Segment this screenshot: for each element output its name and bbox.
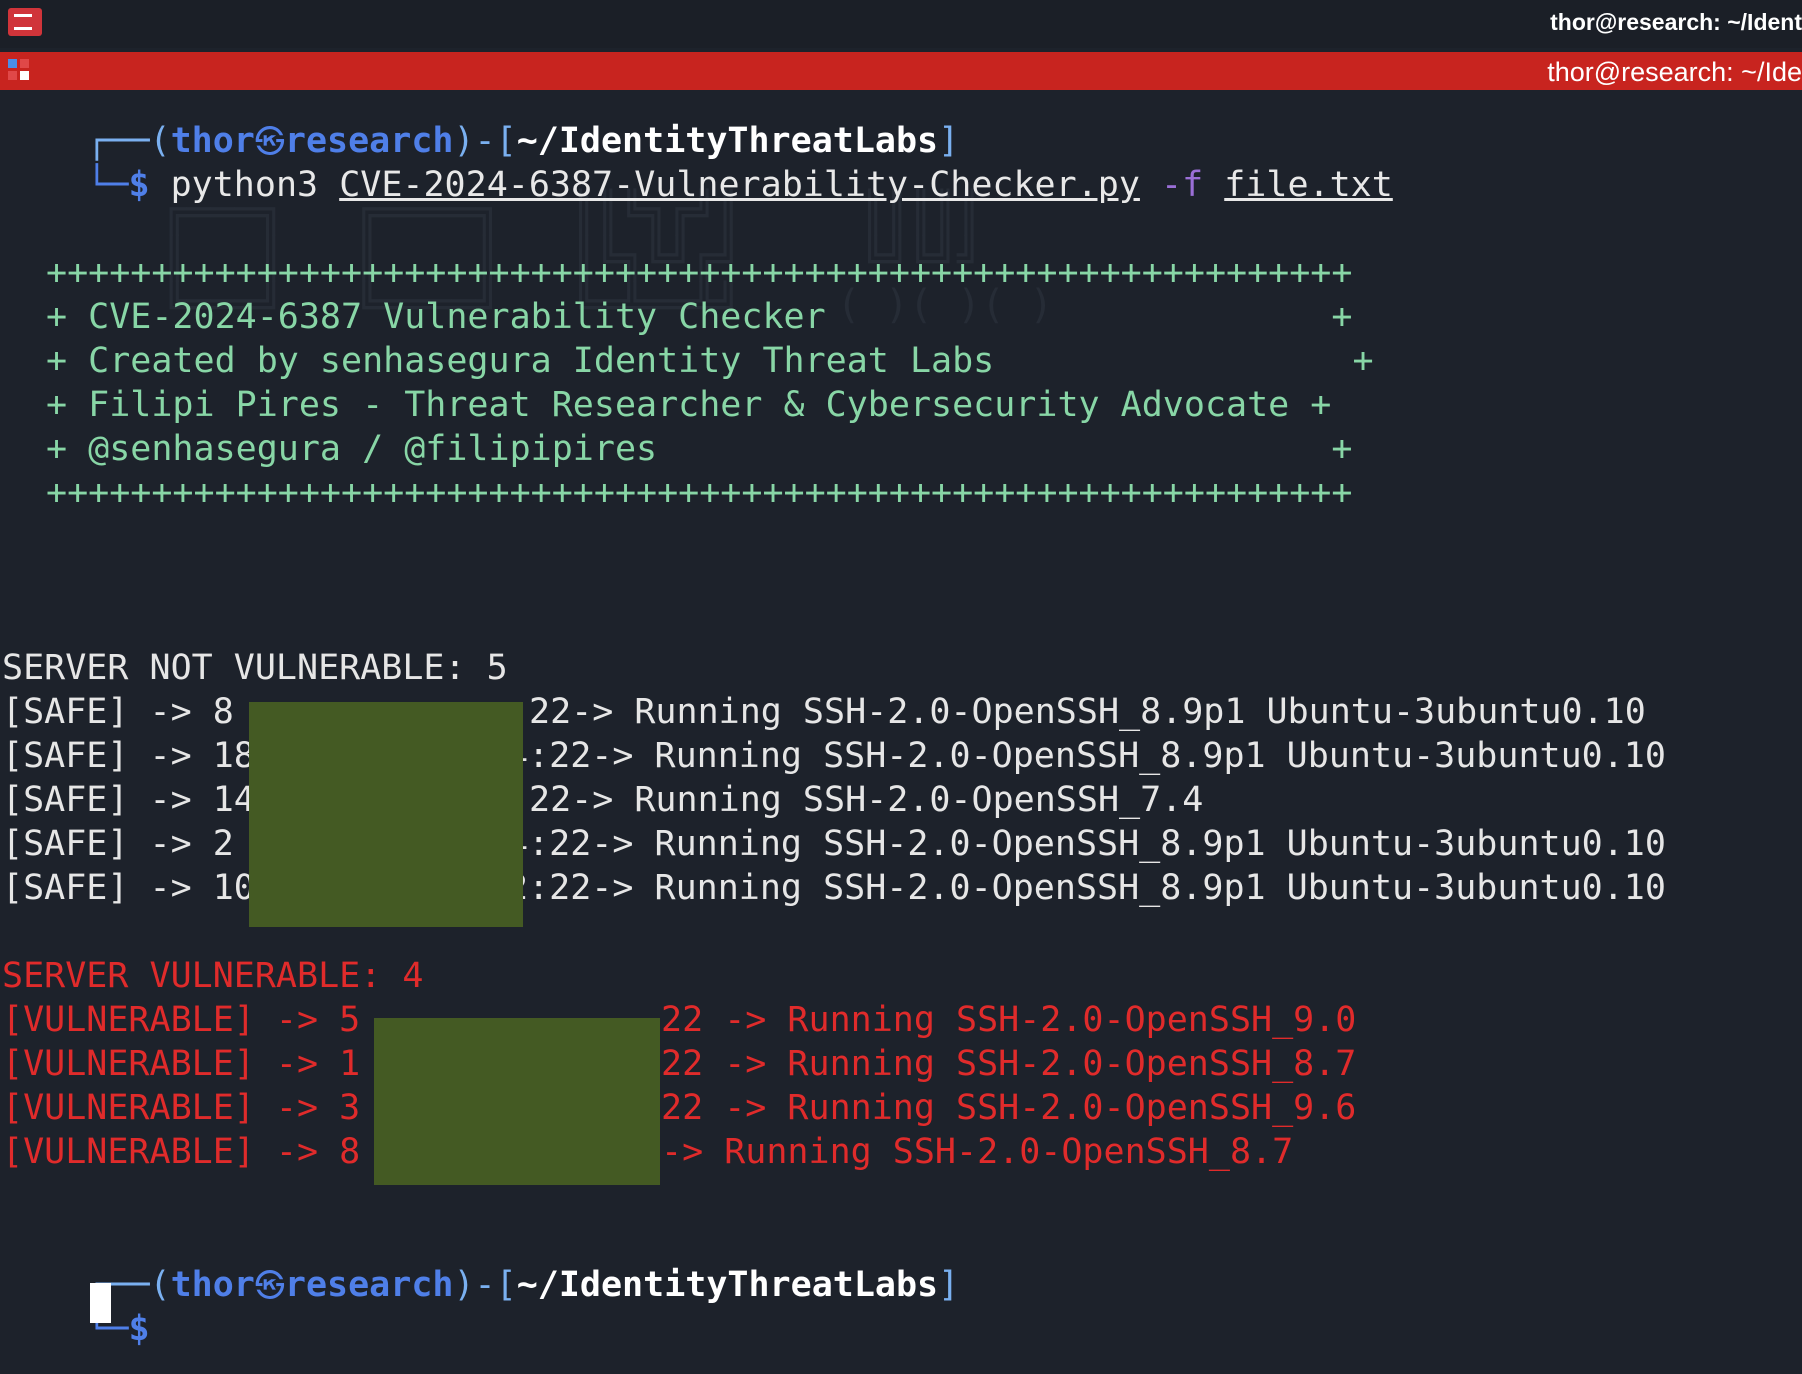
tab-title[interactable]: thor@research: ~/Ide xyxy=(1547,57,1802,88)
safe-row-suffix: 22-> Running SSH-2.0-OpenSSH_7.4 xyxy=(529,780,1204,820)
banner-line-handles: + @senhasegura / @filipipires + xyxy=(46,429,1353,469)
safe-row-suffix: 4:22-> Running SSH-2.0-OpenSSH_8.9p1 Ubu… xyxy=(507,736,1666,776)
safe-row-suffix: 22-> Running SSH-2.0-OpenSSH_8.9p1 Ubunt… xyxy=(529,692,1646,732)
banner-line-created: + Created by senhasegura Identity Threat… xyxy=(46,341,1374,381)
prompt-dollar: └─$ xyxy=(86,165,171,205)
tab-menu-icon[interactable] xyxy=(8,59,34,85)
prompt-host: research xyxy=(284,1265,454,1305)
safe-row-suffix: 4:22-> Running SSH-2.0-OpenSSH_8.9p1 Ubu… xyxy=(507,824,1666,864)
terminal-icon[interactable] xyxy=(8,8,42,36)
safe-row-prefix: [SAFE] -> 2 xyxy=(2,824,234,864)
vulnerable-row-prefix: [VULNERABLE] -> 8 xyxy=(2,1132,361,1172)
prompt-frame-mid: )-[ xyxy=(453,1265,517,1305)
window-title: thor@research: ~/Ident xyxy=(1550,9,1802,35)
command-script: CVE-2024-6387-Vulnerability-Checker.py xyxy=(339,165,1140,205)
vulnerable-header: SERVER VULNERABLE: 4 xyxy=(2,956,424,996)
command-flag: -f xyxy=(1161,165,1204,205)
banner-border-top: ++++++++++++++++++++++++++++++++++++++++… xyxy=(46,253,1353,293)
redaction-block-vulnerable xyxy=(374,1018,660,1185)
command-program: python3 xyxy=(170,165,319,205)
active-prompt-line[interactable]: └─$ xyxy=(2,1263,171,1374)
safe-row-prefix: [SAFE] -> 18 xyxy=(2,736,255,776)
vulnerable-row-prefix: [VULNERABLE] -> 5 xyxy=(2,1000,361,1040)
prompt-path: ~/IdentityThreatLabs xyxy=(516,1265,939,1305)
window-titlebar[interactable]: thor@research: ~/Ident xyxy=(0,0,1802,48)
terminal-tab-bar[interactable]: thor@research: ~/Ide xyxy=(0,52,1802,90)
safe-row-suffix: 2:22-> Running SSH-2.0-OpenSSH_8.9p1 Ubu… xyxy=(507,868,1666,908)
prompt-at-symbol: ㉿ xyxy=(254,1269,285,1304)
vulnerable-row-suffix: -> Running SSH-2.0-OpenSSH_8.7 xyxy=(661,1132,1294,1172)
banner-border-bottom: ++++++++++++++++++++++++++++++++++++++++… xyxy=(46,473,1353,513)
prompt-user: thor xyxy=(170,1265,255,1305)
command-line: └─$ python3 CVE-2024-6387-Vulnerability-… xyxy=(2,119,1393,251)
vulnerable-row-suffix: 22 -> Running SSH-2.0-OpenSSH_9.6 xyxy=(661,1088,1357,1128)
safe-row-prefix: [SAFE] -> 10 xyxy=(2,868,255,908)
terminal-cursor[interactable] xyxy=(90,1283,111,1323)
prompt-frame-close: ] xyxy=(938,1265,960,1305)
vulnerable-row-suffix: 22 -> Running SSH-2.0-OpenSSH_8.7 xyxy=(661,1044,1357,1084)
banner-line-title: + CVE-2024-6387 Vulnerability Checker + xyxy=(46,297,1353,337)
vulnerable-row-prefix: [VULNERABLE] -> 3 xyxy=(2,1088,361,1128)
vulnerable-row-suffix: 22 -> Running SSH-2.0-OpenSSH_9.0 xyxy=(661,1000,1357,1040)
safe-row-prefix: [SAFE] -> 14 xyxy=(2,780,255,820)
redaction-block-safe xyxy=(249,702,523,927)
banner-line-author: + Filipi Pires - Threat Researcher & Cyb… xyxy=(46,385,1332,425)
command-file: file.txt xyxy=(1224,165,1393,205)
safe-row-prefix: [SAFE] -> 8 xyxy=(2,692,234,732)
vulnerable-row-prefix: [VULNERABLE] -> 1 xyxy=(2,1044,361,1084)
safe-header: SERVER NOT VULNERABLE: 5 xyxy=(2,648,508,688)
terminal-output[interactable]: ╔═══╗ ╔════╗ ║║╚╗╔╝║ ║║║║║ ║ ║ ║ ║ ║╚╗╚╝… xyxy=(0,90,1802,1374)
